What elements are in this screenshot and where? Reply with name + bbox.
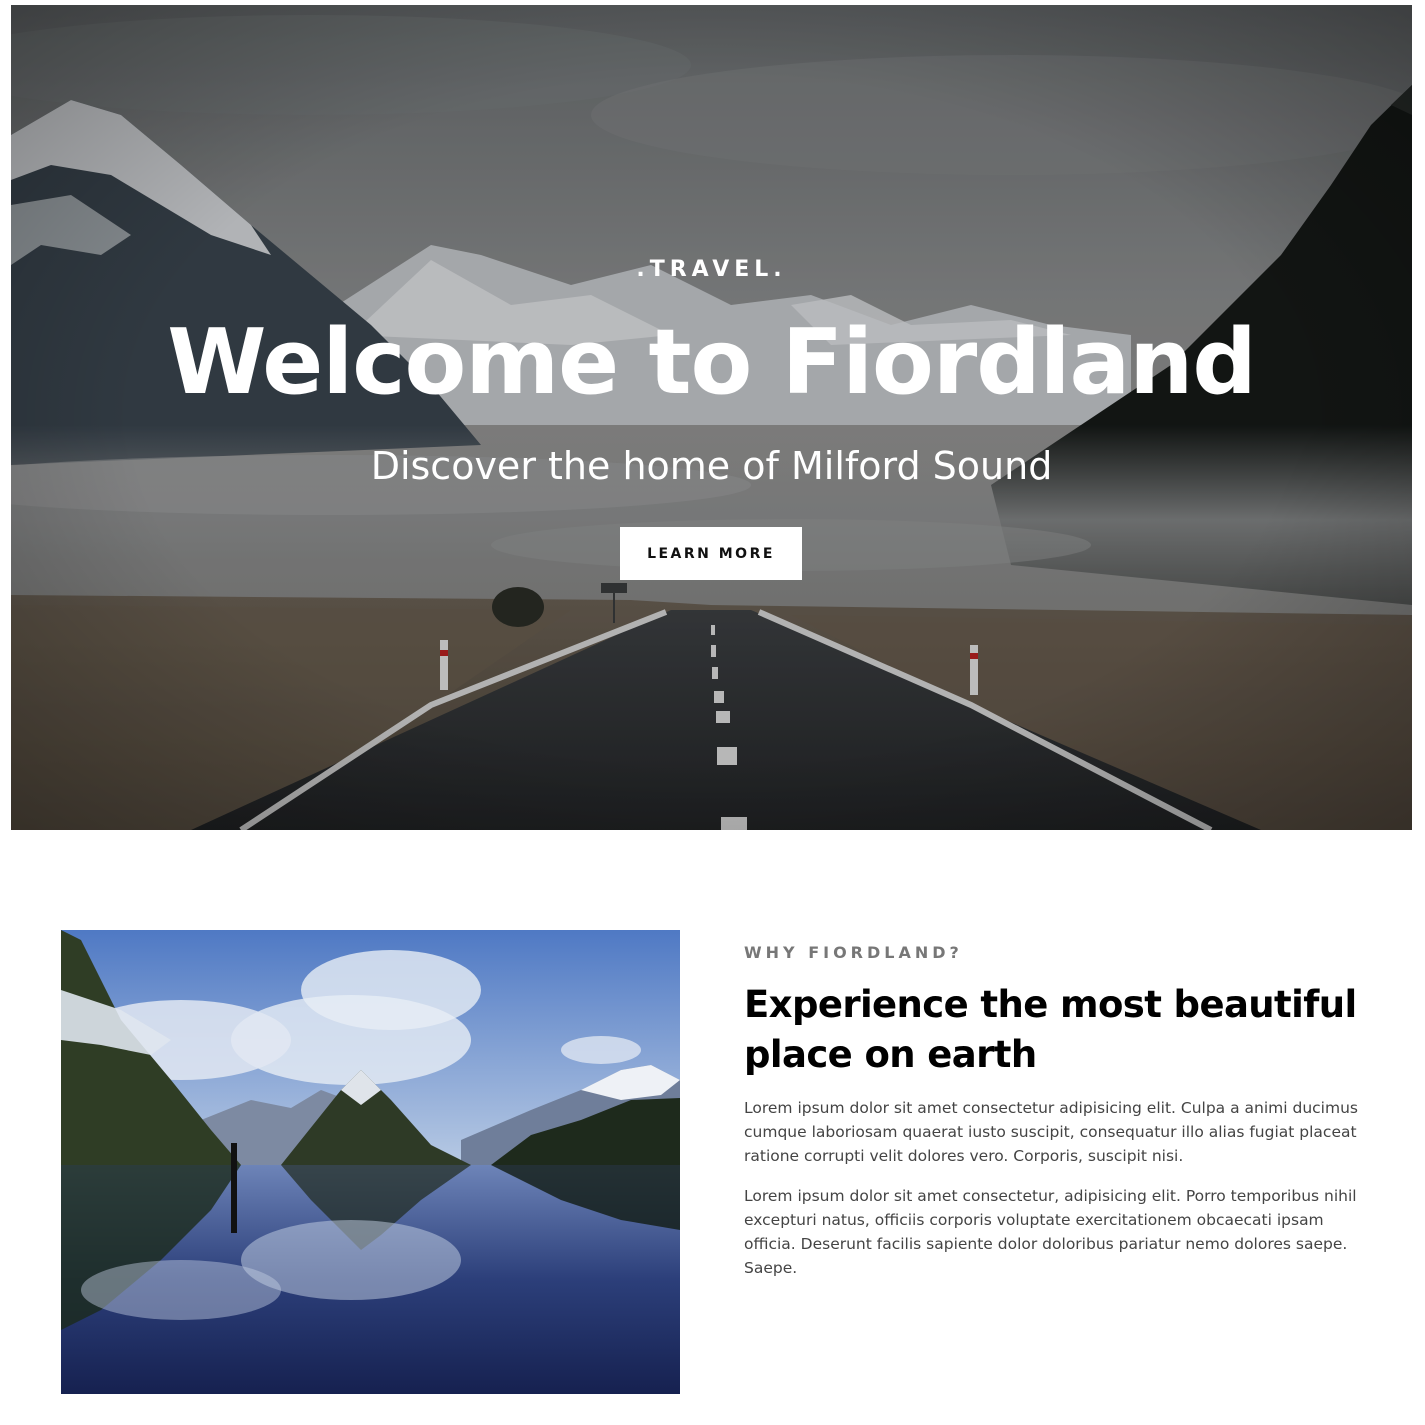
about-paragraph-2: Lorem ipsum dolor sit amet consectetur, … xyxy=(744,1187,1357,1277)
section-eyebrow: WHY FIORDLAND? xyxy=(744,943,963,962)
hero-kicker: .TRAVEL. xyxy=(636,257,787,282)
about-text-block: WHY FIORDLAND? Experience the most beaut… xyxy=(744,943,1374,1280)
hero-subtitle: Discover the home of Milford Sound xyxy=(370,444,1053,488)
hero-title: Welcome to Fiordland xyxy=(167,310,1257,415)
learn-more-button[interactable]: LEARN MORE xyxy=(620,527,802,580)
about-paragraph-1: Lorem ipsum dolor sit amet consectetur a… xyxy=(744,1099,1358,1165)
milford-sound-image xyxy=(61,930,680,1394)
hero-content: .TRAVEL. Welcome to Fiordland Discover t… xyxy=(11,5,1412,830)
section-heading: Experience the most beautiful place on e… xyxy=(744,983,1357,1076)
hero-section: .TRAVEL. Welcome to Fiordland Discover t… xyxy=(11,5,1412,830)
